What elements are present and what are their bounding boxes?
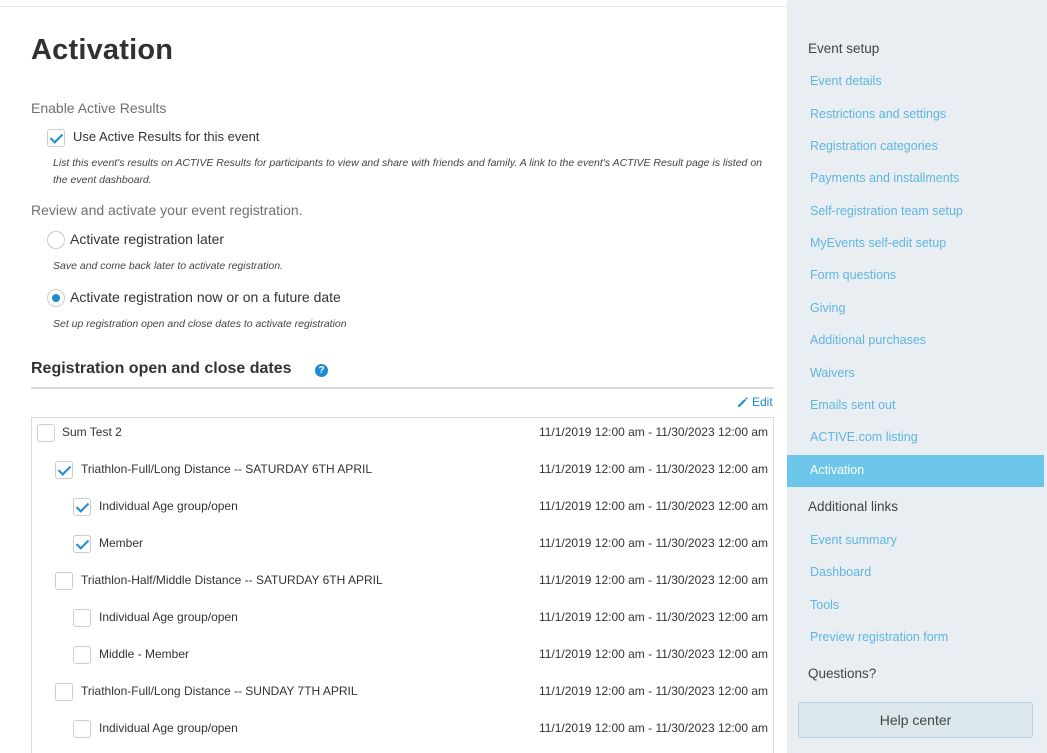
table-row: Sum Test 2 11/1/2019 12:00 am - 11/30/20… [32, 418, 773, 455]
row-label: Triathlon-Full/Long Distance -- SATURDAY… [81, 462, 372, 476]
activate-later-label[interactable]: Activate registration later [70, 231, 224, 247]
table-row: Triathlon-Full/Long Distance -- SUNDAY 7… [32, 677, 773, 714]
registration-dates-table: Sum Test 2 11/1/2019 12:00 am - 11/30/20… [31, 417, 774, 753]
row-checkbox[interactable] [73, 535, 91, 553]
row-checkbox[interactable] [73, 646, 91, 664]
edit-dates-link[interactable]: Edit [737, 395, 773, 409]
table-row: Individual Age group/open 11/1/2019 12:0… [32, 603, 773, 640]
sidebar-item-form-questions[interactable]: Form questions [810, 268, 896, 282]
activate-later-help: Save and come back later to activate reg… [53, 260, 283, 272]
table-row: Individual Age group/open 11/1/2019 12:0… [32, 714, 773, 751]
row-label: Individual Age group/open [99, 610, 238, 624]
activate-now-label[interactable]: Activate registration now or on a future… [70, 289, 341, 305]
additional-links-heading: Additional links [808, 499, 899, 514]
sidebar-item-emails[interactable]: Emails sent out [810, 398, 895, 412]
questions-heading: Questions? [808, 666, 877, 681]
pencil-icon [738, 397, 748, 407]
sidebar-item-waivers[interactable]: Waivers [810, 366, 855, 380]
table-row: Individual Age group/open 11/1/2019 12:0… [32, 492, 773, 529]
activate-now-help: Set up registration open and close dates… [53, 318, 347, 330]
row-date-range: 11/1/2019 12:00 am - 11/30/2023 12:00 am [538, 425, 768, 439]
main-content: Activation Enable Active Results Use Act… [0, 0, 787, 753]
table-row: Triathlon-Half/Middle Distance -- SATURD… [32, 566, 773, 603]
row-checkbox[interactable] [73, 498, 91, 516]
row-date-range: 11/1/2019 12:00 am - 11/30/2023 12:00 am [538, 536, 768, 550]
sidebar-item-event-details[interactable]: Event details [810, 74, 882, 88]
row-label: Sum Test 2 [62, 425, 122, 439]
event-setup-heading: Event setup [808, 41, 880, 56]
page-title: Activation [31, 34, 174, 66]
row-date-range: 11/1/2019 12:00 am - 11/30/2023 12:00 am [538, 573, 768, 587]
row-date-range: 11/1/2019 12:00 am - 11/30/2023 12:00 am [538, 610, 768, 624]
sidebar-item-payments[interactable]: Payments and installments [810, 171, 959, 185]
activate-now-radio[interactable] [47, 289, 65, 307]
dates-section-title: Registration open and close dates [31, 360, 292, 377]
row-label: Member [99, 536, 144, 550]
sidebar-item-active-listing[interactable]: ACTIVE.com listing [810, 430, 918, 444]
sidebar-item-activation-label: Activation [810, 463, 865, 477]
sidebar-item-dashboard[interactable]: Dashboard [810, 565, 871, 579]
section-divider [31, 387, 774, 389]
row-label: Middle - Member [99, 647, 190, 661]
row-checkbox[interactable] [55, 461, 73, 479]
sidebar-item-tools[interactable]: Tools [810, 598, 839, 612]
row-checkbox[interactable] [73, 609, 91, 627]
row-label: Triathlon-Full/Long Distance -- SUNDAY 7… [81, 684, 358, 698]
row-label: Triathlon-Half/Middle Distance -- SATURD… [81, 573, 383, 587]
row-date-range: 11/1/2019 12:00 am - 11/30/2023 12:00 am [538, 462, 768, 476]
active-results-checkbox-label[interactable]: Use Active Results for this event [73, 129, 259, 144]
sidebar-item-additional-purchases[interactable]: Additional purchases [810, 333, 926, 347]
row-date-range: 11/1/2019 12:00 am - 11/30/2023 12:00 am [538, 721, 768, 735]
active-results-help-line2: the event dashboard. [53, 174, 152, 186]
row-date-range: 11/1/2019 12:00 am - 11/30/2023 12:00 am [538, 499, 768, 513]
sidebar-item-restrictions[interactable]: Restrictions and settings [810, 107, 946, 121]
activation-section-label: Review and activate your event registrat… [31, 202, 303, 218]
sidebar-item-activation[interactable]: Activation [787, 455, 1044, 487]
sidebar-item-event-summary[interactable]: Event summary [810, 533, 897, 547]
row-checkbox[interactable] [55, 683, 73, 701]
sidebar-item-registration-categories[interactable]: Registration categories [810, 139, 938, 153]
question-circle-icon[interactable]: ? [315, 364, 328, 377]
row-checkbox[interactable] [73, 720, 91, 738]
sidebar-nav: Event setup Event details Restrictions a… [787, 0, 1047, 753]
row-label: Individual Age group/open [99, 499, 238, 513]
row-label: Individual Age group/open [99, 721, 238, 735]
edit-label[interactable]: Edit [752, 395, 773, 409]
row-date-range: 11/1/2019 12:00 am - 11/30/2023 12:00 am [538, 647, 768, 661]
row-checkbox[interactable] [37, 424, 55, 442]
help-center-button[interactable]: Help center [798, 702, 1033, 738]
row-date-range: 11/1/2019 12:00 am - 11/30/2023 12:00 am [538, 684, 768, 698]
sidebar-item-giving[interactable]: Giving [810, 301, 845, 315]
activate-later-radio[interactable] [47, 231, 65, 249]
table-row: Triathlon-Full/Long Distance -- SATURDAY… [32, 455, 773, 492]
active-results-section-label: Enable Active Results [31, 100, 167, 116]
active-results-checkbox[interactable] [47, 129, 65, 147]
table-row: Middle - Member 11/1/2019 12:00 am - 11/… [32, 640, 773, 677]
sidebar-item-team-setup[interactable]: Self-registration team setup [810, 204, 963, 218]
active-results-help-line1: List this event's results on ACTIVE Resu… [53, 157, 762, 169]
row-checkbox[interactable] [55, 572, 73, 590]
sidebar-item-preview-form[interactable]: Preview registration form [810, 630, 948, 644]
table-row: Member 11/1/2019 12:00 am - 11/30/2023 1… [32, 529, 773, 566]
sidebar-item-myevents[interactable]: MyEvents self-edit setup [810, 236, 946, 250]
